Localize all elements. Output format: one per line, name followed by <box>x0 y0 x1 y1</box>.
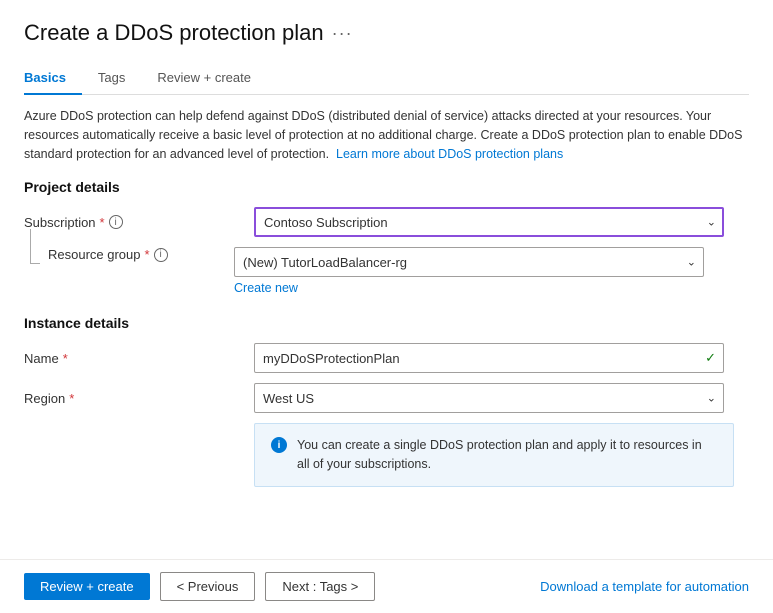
info-banner-icon: i <box>271 437 287 453</box>
name-control: myDDoSProtectionPlan ✓ <box>254 343 749 373</box>
tab-review-create[interactable]: Review + create <box>141 62 267 95</box>
create-new-link[interactable]: Create new <box>234 281 298 295</box>
region-row: Region * West US ⌄ <box>24 383 749 413</box>
project-details-section: Project details Subscription * i Contoso… <box>24 179 749 295</box>
tab-tags[interactable]: Tags <box>82 62 141 95</box>
info-banner-text: You can create a single DDoS protection … <box>297 436 717 474</box>
region-select[interactable]: West US <box>254 383 724 413</box>
name-label: Name * <box>24 351 254 366</box>
name-select-wrapper: myDDoSProtectionPlan ✓ <box>254 343 724 373</box>
footer: Review + create < Previous Next : Tags >… <box>0 559 773 613</box>
tab-bar: Basics Tags Review + create <box>24 62 749 95</box>
resource-group-control: (New) TutorLoadBalancer-rg ⌄ Create new <box>234 247 749 295</box>
name-row: Name * myDDoSProtectionPlan ✓ <box>24 343 749 373</box>
subscription-info-icon[interactable]: i <box>109 215 123 229</box>
name-required: * <box>63 351 68 366</box>
tab-basics[interactable]: Basics <box>24 62 82 95</box>
subscription-row: Subscription * i Contoso Subscription ⌄ <box>24 207 749 237</box>
subscription-select-wrapper: Contoso Subscription ⌄ <box>254 207 724 237</box>
download-template-link[interactable]: Download a template for automation <box>540 579 749 594</box>
subscription-required: * <box>100 215 105 230</box>
info-banner: i You can create a single DDoS protectio… <box>254 423 734 487</box>
page-header: Create a DDoS protection plan ··· <box>24 20 749 46</box>
next-tags-button[interactable]: Next : Tags > <box>265 572 375 601</box>
previous-button[interactable]: < Previous <box>160 572 256 601</box>
project-details-title: Project details <box>24 179 749 195</box>
resource-group-indent: Resource group * i <box>24 247 234 262</box>
description-text: Azure DDoS protection can help defend ag… <box>24 107 749 163</box>
region-control: West US ⌄ <box>254 383 749 413</box>
region-select-wrapper: West US ⌄ <box>254 383 724 413</box>
ellipsis-menu-button[interactable]: ··· <box>332 23 353 44</box>
resource-group-info-icon[interactable]: i <box>154 248 168 262</box>
review-create-button[interactable]: Review + create <box>24 573 150 600</box>
subscription-select[interactable]: Contoso Subscription <box>254 207 724 237</box>
region-required: * <box>69 391 74 406</box>
instance-details-section: Instance details Name * myDDoSProtection… <box>24 315 749 487</box>
resource-group-required: * <box>145 247 150 262</box>
resource-group-label: Resource group * i <box>44 247 168 262</box>
name-input[interactable]: myDDoSProtectionPlan <box>254 343 724 373</box>
instance-details-title: Instance details <box>24 315 749 331</box>
subscription-control: Contoso Subscription ⌄ <box>254 207 749 237</box>
page-title: Create a DDoS protection plan <box>24 20 324 46</box>
resource-group-select[interactable]: (New) TutorLoadBalancer-rg <box>234 247 704 277</box>
region-label: Region * <box>24 391 254 406</box>
resource-group-select-wrapper: (New) TutorLoadBalancer-rg ⌄ <box>234 247 704 277</box>
learn-more-link[interactable]: Learn more about DDoS protection plans <box>336 147 563 161</box>
subscription-label: Subscription * i <box>24 215 254 230</box>
